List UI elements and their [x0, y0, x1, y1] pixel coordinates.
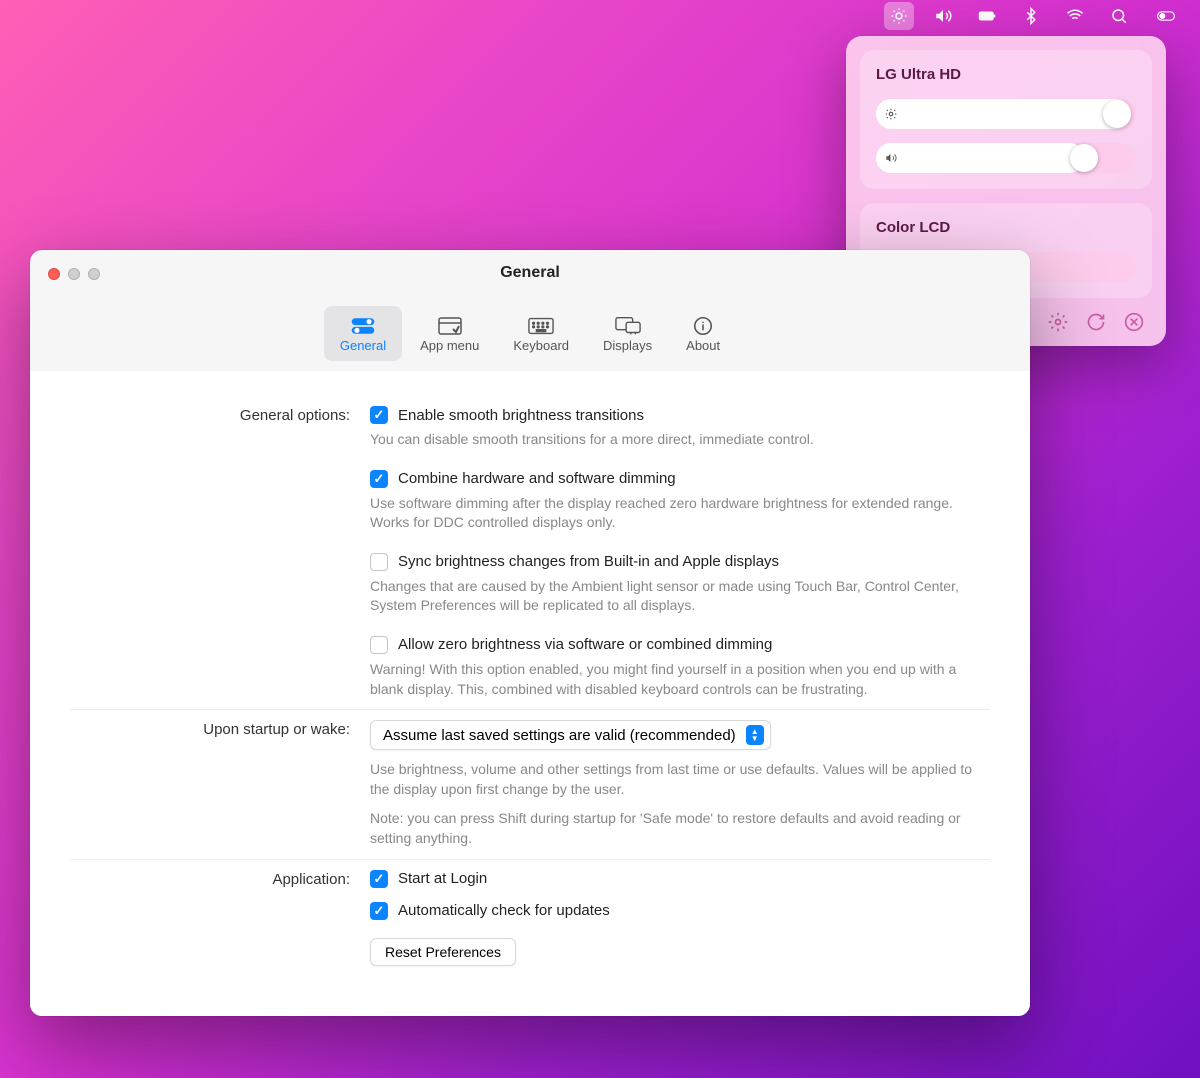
toolbar-tabs: General App menu Keyboard Displays About: [30, 300, 1030, 371]
section-label: Application:: [70, 870, 370, 966]
checkbox-smooth-transitions[interactable]: [370, 406, 388, 424]
refresh-icon[interactable]: [1086, 312, 1106, 332]
tab-label: General: [340, 338, 386, 353]
tab-label: Keyboard: [513, 338, 569, 353]
brightness-icon: [884, 107, 898, 121]
toggles-icon: [350, 314, 376, 338]
display-title: LG Ultra HD: [876, 66, 1136, 83]
brightness-menu-icon[interactable]: [884, 2, 914, 30]
select-value: Assume last saved settings are valid (re…: [383, 727, 736, 744]
startup-select[interactable]: Assume last saved settings are valid (re…: [370, 720, 771, 750]
tab-label: About: [686, 338, 720, 353]
select-arrows-icon: ▲▼: [746, 725, 764, 745]
appmenu-icon: [437, 314, 463, 338]
tab-keyboard[interactable]: Keyboard: [497, 306, 585, 361]
checkbox-label: Allow zero brightness via software or co…: [398, 636, 772, 653]
display-title: Color LCD: [876, 219, 1136, 236]
option-description: Changes that are caused by the Ambient l…: [370, 577, 990, 616]
section-label: General options:: [70, 406, 370, 699]
reset-preferences-button[interactable]: Reset Preferences: [370, 938, 516, 966]
option-description: Warning! With this option enabled, you m…: [370, 660, 990, 699]
wifi-menu-icon[interactable]: [1060, 2, 1090, 30]
zoom-button[interactable]: [88, 268, 100, 280]
gear-icon[interactable]: [1048, 312, 1068, 332]
volume-menu-icon[interactable]: [928, 2, 958, 30]
option-description: Use software dimming after the display r…: [370, 494, 990, 533]
close-icon[interactable]: [1124, 312, 1144, 332]
traffic-lights: [48, 268, 100, 280]
volume-icon: [884, 151, 898, 165]
keyboard-icon: [528, 314, 554, 338]
checkbox-label: Combine hardware and software dimming: [398, 470, 676, 487]
tab-displays[interactable]: Displays: [587, 306, 668, 361]
tab-appmenu[interactable]: App menu: [404, 306, 495, 361]
content: General options: Enable smooth brightnes…: [30, 371, 1030, 1016]
volume-slider[interactable]: [876, 143, 1136, 173]
checkbox-label: Enable smooth brightness transitions: [398, 407, 644, 424]
window-title: General: [30, 264, 1030, 282]
checkbox-label: Start at Login: [398, 870, 487, 887]
close-button[interactable]: [48, 268, 60, 280]
tab-label: Displays: [603, 338, 652, 353]
checkbox-label: Automatically check for updates: [398, 902, 610, 919]
option-description: You can disable smooth transitions for a…: [370, 430, 990, 450]
option-description: Use brightness, volume and other setting…: [370, 760, 990, 799]
checkbox-zero-brightness[interactable]: [370, 636, 388, 654]
tab-general[interactable]: General: [324, 306, 402, 361]
minimize-button[interactable]: [68, 268, 80, 280]
checkbox-start-login[interactable]: [370, 870, 388, 888]
battery-menu-icon[interactable]: [972, 2, 1002, 30]
tab-about[interactable]: About: [670, 306, 736, 361]
displays-icon: [615, 314, 641, 338]
control-center-menu-icon[interactable]: [1148, 2, 1184, 30]
preferences-window: General General App menu Keyboard Displa…: [30, 250, 1030, 1016]
info-icon: [690, 314, 716, 338]
checkbox-combine-dimming[interactable]: [370, 470, 388, 488]
titlebar: General: [30, 250, 1030, 300]
bluetooth-menu-icon[interactable]: [1016, 2, 1046, 30]
tab-label: App menu: [420, 338, 479, 353]
spotlight-menu-icon[interactable]: [1104, 2, 1134, 30]
option-description: Note: you can press Shift during startup…: [370, 809, 990, 848]
section-label: Upon startup or wake:: [70, 720, 370, 848]
checkbox-auto-update[interactable]: [370, 902, 388, 920]
display-group: LG Ultra HD: [860, 50, 1152, 189]
brightness-slider[interactable]: [876, 99, 1136, 129]
menu-bar: [868, 0, 1200, 32]
checkbox-sync-brightness[interactable]: [370, 553, 388, 571]
checkbox-label: Sync brightness changes from Built-in an…: [398, 553, 779, 570]
